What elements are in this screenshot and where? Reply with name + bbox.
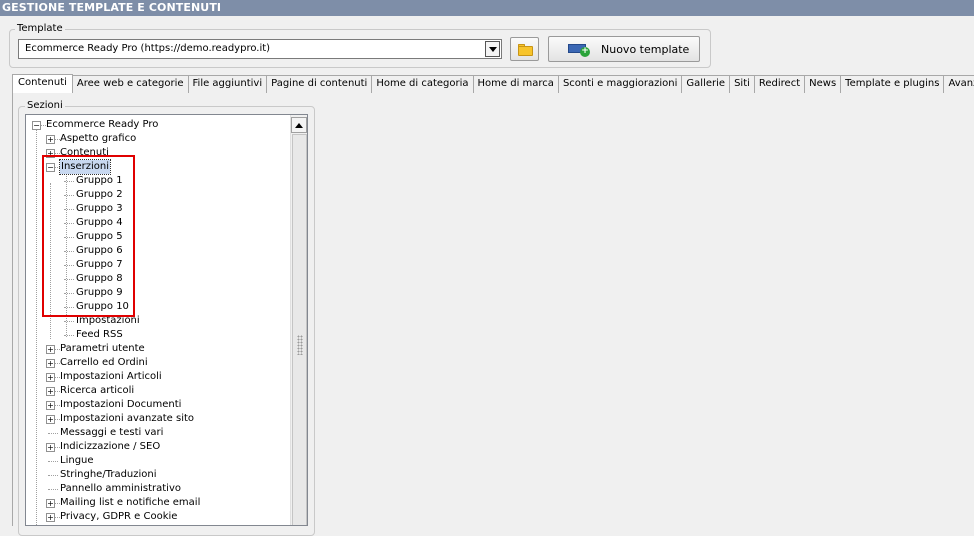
expand-icon[interactable]: + — [46, 401, 55, 410]
sections-tree[interactable]: − Ecommerce Ready Pro + Aspetto grafico + Con… — [25, 114, 308, 526]
tree-connector — [64, 265, 74, 266]
tab-news[interactable]: News — [804, 75, 842, 93]
tree-item-label: Gruppo 1 — [76, 175, 123, 186]
tree-item-label: Gruppo 6 — [76, 245, 123, 256]
tree-item-label: Gruppo 10 — [76, 301, 129, 312]
arrow-up-icon — [295, 122, 303, 128]
tree-connector — [64, 237, 74, 238]
tree-item-label: Gruppo 5 — [76, 231, 123, 242]
tree-item-label: Gruppo 4 — [76, 217, 123, 228]
collapse-icon[interactable]: − — [46, 163, 55, 172]
expand-icon[interactable]: + — [46, 359, 55, 368]
tree-connector — [64, 307, 74, 308]
tree-item-label: Pannello amministrativo — [60, 483, 182, 494]
tree-item-label: Ricerca articoli — [60, 385, 135, 396]
template-select[interactable]: Ecommerce Ready Pro (https://demo.readyp… — [18, 39, 502, 59]
tree-item-label: Impostazioni — [76, 315, 140, 326]
tab-home-di-categoria[interactable]: Home di categoria — [371, 75, 474, 93]
window-title: GESTIONE TEMPLATE E CONTENUTI — [0, 0, 974, 16]
tree-item-label: Contenuti — [60, 147, 109, 158]
tree-item-label: Gruppo 2 — [76, 189, 123, 200]
tab-gallerie[interactable]: Gallerie — [681, 75, 731, 93]
tab-redirect[interactable]: Redirect — [753, 75, 806, 93]
tree-connector — [64, 209, 74, 210]
tree-item-label: Mailing list e notifiche email — [60, 497, 201, 508]
tree-item-label: Inserzioni — [58, 159, 112, 175]
expand-icon[interactable]: + — [46, 415, 55, 424]
template-legend: Template — [15, 23, 65, 35]
tree-item-label: Carrello ed Ordini — [60, 357, 148, 368]
tree-item-label: Messaggi e testi vari — [60, 427, 164, 438]
tree-connector — [48, 433, 58, 434]
expand-icon[interactable]: + — [46, 499, 55, 508]
tree-item-label: Impostazioni Articoli — [60, 371, 162, 382]
sections-legend: Sezioni — [25, 100, 65, 112]
tree-item-label: Ecommerce Ready Pro — [46, 119, 159, 130]
tree-item-label: Gruppo 3 — [76, 203, 123, 214]
tree-item-label: Indicizzazione / SEO — [60, 441, 161, 452]
tree-item-label: Aspetto grafico — [60, 133, 137, 144]
tab-strip: Contenuti Aree web e categorie File aggiun… — [12, 74, 974, 93]
expand-icon[interactable]: + — [46, 443, 55, 452]
tree-item-label: Gruppo 9 — [76, 287, 123, 298]
expand-icon[interactable]: + — [46, 345, 55, 354]
tab-avanzate[interactable]: Avanzate — [943, 75, 974, 93]
tab-aree-web-e-categorie[interactable]: Aree web e categorie — [71, 75, 189, 93]
tab-siti[interactable]: Siti — [729, 75, 755, 93]
expand-icon[interactable]: + — [46, 135, 55, 144]
expand-icon[interactable]: + — [46, 149, 55, 158]
tab-home-di-marca[interactable]: Home di marca — [472, 75, 559, 93]
tree-item-label: Feed RSS — [76, 329, 123, 340]
new-template-button[interactable]: + Nuovo template — [548, 36, 700, 62]
tree-item-label: Lingue — [60, 455, 94, 466]
dropdown-arrow-icon[interactable] — [485, 41, 500, 57]
expand-icon[interactable]: + — [46, 387, 55, 396]
tree-connector — [64, 321, 74, 322]
tree-item-label: Privacy, GDPR e Cookie — [60, 511, 178, 522]
tree-item-label: Parametri utente — [60, 343, 145, 354]
scroll-up-button[interactable] — [291, 117, 307, 133]
tree-connector — [48, 475, 58, 476]
collapse-icon[interactable]: − — [32, 121, 41, 130]
tree-connector — [50, 183, 51, 339]
tree-connector — [48, 461, 58, 462]
tree-connector — [64, 195, 74, 196]
tree-item-label: Impostazioni Documenti — [60, 399, 182, 410]
scroll-thumb[interactable] — [292, 134, 307, 525]
tab-template-e-plugins[interactable]: Template e plugins — [840, 75, 945, 93]
tab-file-aggiuntivi[interactable]: File aggiuntivi — [187, 75, 268, 93]
expand-icon[interactable]: + — [46, 373, 55, 382]
tab-contenuti[interactable]: Contenuti — [12, 74, 73, 93]
expand-icon[interactable]: + — [46, 513, 55, 522]
tree-item-label: Impostazioni avanzate sito — [60, 413, 195, 424]
template-select-value: Ecommerce Ready Pro (https://demo.readyp… — [25, 43, 271, 54]
tab-pagine-di-contenuti[interactable]: Pagine di contenuti — [266, 75, 373, 93]
tree-connector — [64, 335, 74, 336]
open-folder-button[interactable] — [510, 37, 539, 61]
add-template-icon: + — [568, 42, 590, 57]
tree-connector — [66, 176, 67, 337]
tree-connector — [64, 279, 74, 280]
tree-connector — [36, 127, 37, 525]
tree-connector — [64, 293, 74, 294]
grip-icon — [297, 335, 303, 355]
tree-connector — [64, 223, 74, 224]
tab-sconti-e-maggiorazioni[interactable]: Sconti e maggiorazioni — [557, 75, 683, 93]
tree-scrollbar[interactable] — [290, 115, 307, 525]
tree-connector — [64, 181, 74, 182]
tree-connector — [64, 251, 74, 252]
new-template-label: Nuovo template — [601, 43, 690, 56]
tree-item-label: Gruppo 8 — [76, 273, 123, 284]
tree-connector — [48, 489, 58, 490]
tree-item-label: Stringhe/Traduzioni — [60, 469, 157, 480]
tree-item-label: Gruppo 7 — [76, 259, 123, 270]
